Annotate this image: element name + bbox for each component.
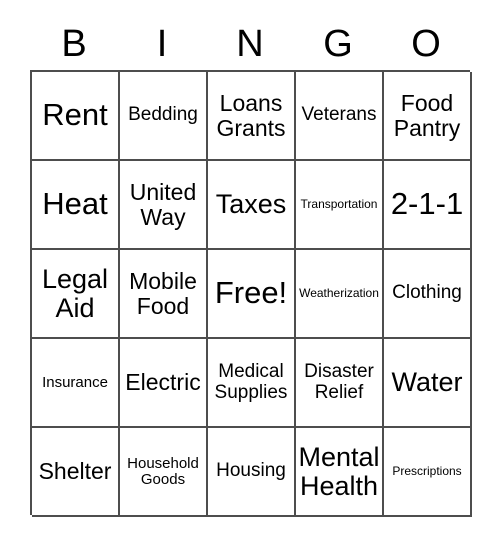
bingo-cell-r4c3[interactable]: Medical Supplies: [208, 339, 296, 428]
bingo-cell-r2c2[interactable]: United Way: [120, 161, 208, 250]
bingo-cell-r4c4[interactable]: Disaster Relief: [296, 339, 384, 428]
bingo-cell-label: Clothing: [392, 282, 462, 304]
bingo-cell-label: Loans Grants: [216, 90, 286, 141]
bingo-cell-r2c3[interactable]: Taxes: [208, 161, 296, 250]
bingo-cell-label: Mobile Food: [129, 268, 197, 319]
bingo-cell-label: Water: [391, 367, 463, 398]
bingo-cell-label: Rent: [42, 97, 108, 133]
bingo-cell-r3c2[interactable]: Mobile Food: [120, 250, 208, 339]
bingo-cell-label: Shelter: [38, 458, 112, 485]
bingo-cell-label: Mental Health: [298, 441, 380, 501]
bingo-cell-label: Veterans: [301, 104, 377, 126]
bingo-cell-r4c1[interactable]: Insurance: [32, 339, 120, 428]
bingo-cell-label: Bedding: [128, 104, 198, 126]
bingo-cell-r1c5[interactable]: Food Pantry: [384, 72, 472, 161]
bingo-cell-r2c5[interactable]: 2-1-1: [384, 161, 472, 250]
bingo-cell-free-space[interactable]: Free!: [208, 250, 296, 339]
bingo-cell-r5c4[interactable]: Mental Health: [296, 428, 384, 517]
bingo-cell-label: Taxes: [215, 189, 287, 220]
bingo-grid: Rent Bedding Loans Grants Veterans Food …: [30, 70, 472, 517]
bingo-header-letter-n: N: [236, 23, 264, 65]
bingo-cell-r5c5[interactable]: Prescriptions: [384, 428, 472, 517]
bingo-cell-label: United Way: [129, 179, 197, 230]
bingo-header-letter-o: O: [411, 23, 441, 65]
bingo-header-letter-b: B: [61, 23, 87, 65]
bingo-card: B I N G O Rent Bedding Loans Grants Vete…: [0, 0, 500, 544]
bingo-free-space-label: Free!: [214, 275, 288, 311]
bingo-cell-r5c1[interactable]: Shelter: [32, 428, 120, 517]
bingo-cell-label: Weatherization: [299, 286, 379, 301]
bingo-cell-r1c3[interactable]: Loans Grants: [208, 72, 296, 161]
bingo-cell-r5c3[interactable]: Housing: [208, 428, 296, 517]
bingo-header-letter-i: I: [156, 23, 168, 65]
bingo-cell-label: 2-1-1: [390, 186, 464, 222]
bingo-cell-r5c2[interactable]: Household Goods: [120, 428, 208, 517]
bingo-cell-r3c1[interactable]: Legal Aid: [32, 250, 120, 339]
bingo-cell-label: Prescriptions: [392, 464, 462, 479]
bingo-cell-label: Heat: [42, 186, 108, 222]
bingo-cell-label: Electric: [125, 369, 201, 396]
bingo-cell-label: Legal Aid: [41, 263, 109, 323]
bingo-cell-label: Transportation: [300, 197, 378, 212]
bingo-cell-r3c5[interactable]: Clothing: [384, 250, 472, 339]
bingo-cell-label: Housing: [216, 460, 286, 482]
bingo-cell-label: Insurance: [42, 373, 108, 391]
bingo-header-row: B I N G O: [30, 18, 470, 70]
bingo-header-letter-g: G: [323, 23, 353, 65]
bingo-cell-r4c2[interactable]: Electric: [120, 339, 208, 428]
bingo-cell-label: Disaster Relief: [304, 361, 374, 403]
bingo-cell-r1c2[interactable]: Bedding: [120, 72, 208, 161]
bingo-cell-r1c4[interactable]: Veterans: [296, 72, 384, 161]
bingo-cell-r3c4[interactable]: Weatherization: [296, 250, 384, 339]
bingo-cell-label: Food Pantry: [393, 90, 461, 141]
bingo-cell-r2c4[interactable]: Transportation: [296, 161, 384, 250]
bingo-cell-r2c1[interactable]: Heat: [32, 161, 120, 250]
bingo-cell-r1c1[interactable]: Rent: [32, 72, 120, 161]
bingo-cell-label: Household Goods: [127, 454, 199, 488]
bingo-cell-r4c5[interactable]: Water: [384, 339, 472, 428]
bingo-cell-label: Medical Supplies: [214, 361, 288, 403]
